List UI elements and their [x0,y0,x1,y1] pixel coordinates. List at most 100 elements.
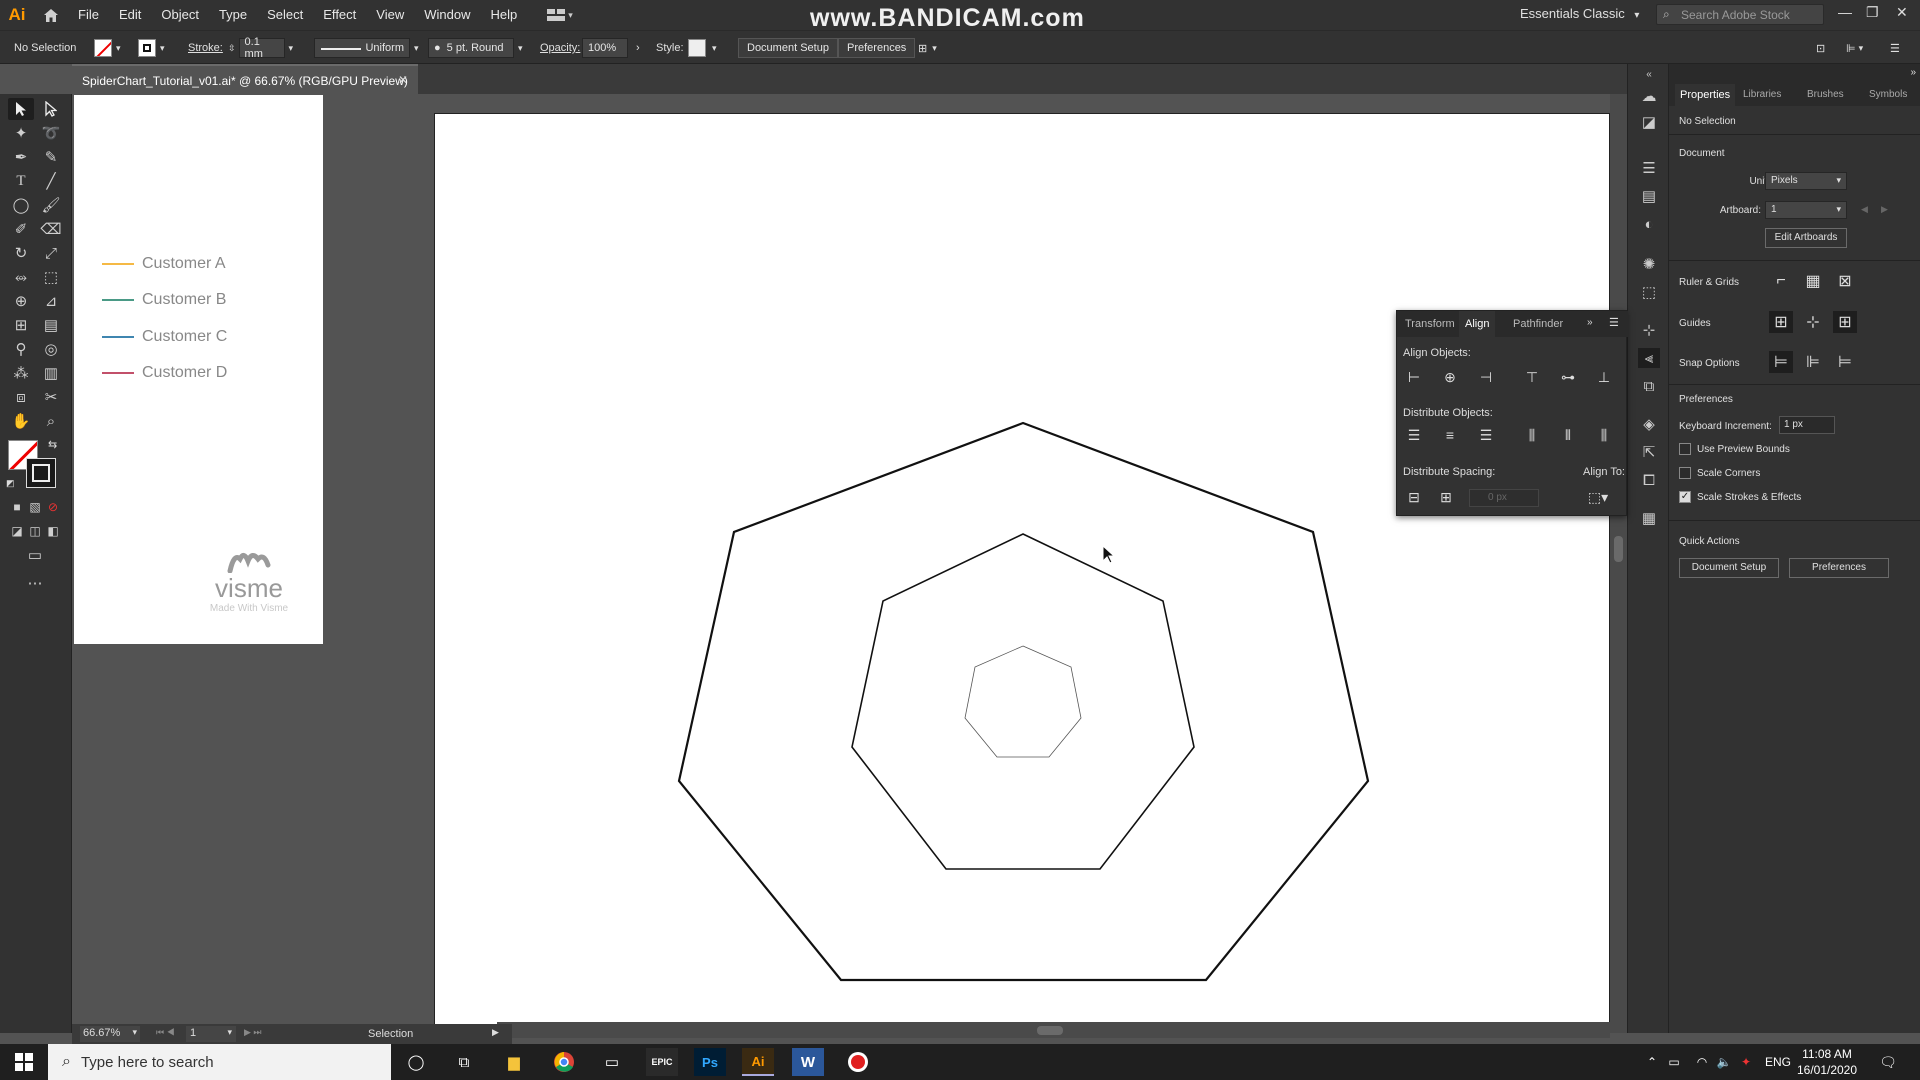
artboard-number-field[interactable]: 1 ▾ [186,1026,236,1042]
keyboard-increment-field[interactable]: 1 px [1779,416,1835,434]
tab-pathfinder[interactable]: Pathfinder [1513,311,1563,337]
align-options-icon[interactable]: ⊫ ▾ [1846,31,1863,65]
slice-tool-icon[interactable]: ✂ [38,386,64,408]
stroke-swatch-large[interactable] [26,458,56,488]
gradient-tool-icon[interactable]: ▤ [38,314,64,336]
inner-heptagon[interactable] [964,645,1082,758]
home-icon[interactable] [34,8,68,23]
align-right-icon[interactable]: ⊣ [1475,367,1497,387]
stroke-label[interactable]: Stroke: [188,31,223,65]
quick-document-setup-button[interactable]: Document Setup [1679,558,1779,578]
links-panel-icon[interactable]: ▦ [1638,508,1660,528]
width-tool-icon[interactable]: ⥈ [8,266,34,288]
symbol-sprayer-tool-icon[interactable]: ⁂ [8,362,34,384]
tab-align[interactable]: Align [1459,311,1496,337]
units-select[interactable]: Pixels ▾ [1765,172,1847,190]
menu-edit[interactable]: Edit [109,0,151,30]
preferences-button[interactable]: Preferences [838,38,916,58]
chevron-right-icon[interactable]: › [636,31,640,65]
artboard-select[interactable]: 1 ▾ [1765,201,1847,219]
menu-view[interactable]: View [366,0,414,30]
tab-libraries[interactable]: Libraries [1743,89,1781,100]
align-to-selection-icon[interactable]: ⬚▾ [1587,487,1609,507]
line-tool-icon[interactable]: ╱ [38,170,64,192]
pathfinder-panel-icon[interactable]: ⧉ [1638,376,1660,396]
expand-panel-icon[interactable]: » [1587,317,1593,328]
bandicam-icon[interactable] [842,1048,874,1076]
menu-help[interactable]: Help [480,0,527,30]
media-player-icon[interactable]: ▭ [596,1048,628,1076]
menu-object[interactable]: Object [151,0,209,30]
document-tab[interactable]: SpiderChart_Tutorial_v01.ai* @ 66.67% (R… [72,64,418,94]
distribute-left-icon[interactable]: ⫼ [1521,425,1543,445]
align-hcenter-icon[interactable]: ⊕ [1439,367,1461,387]
vertical-scroll-thumb[interactable] [1614,536,1623,562]
gradient-panel-icon[interactable]: ▤ [1638,186,1660,206]
stepper-icon[interactable]: ⇳ [228,43,236,54]
asset-export-icon[interactable]: ⧠ [1638,470,1660,490]
opacity-label[interactable]: Opacity: [540,31,580,65]
align-panel-icon[interactable]: ⫷ [1638,348,1660,368]
file-explorer-icon[interactable]: ▆ [498,1048,530,1076]
swap-fill-stroke-icon[interactable]: ⇆ [48,438,57,451]
tab-transform[interactable]: Transform [1405,311,1455,337]
distribute-hcenter-icon[interactable]: ⦀ [1557,425,1579,445]
export-panel-icon[interactable]: ⇱ [1638,442,1660,462]
spacing-field[interactable]: 0 px [1469,489,1539,507]
taskbar-clock[interactable]: 11:08 AM 16/01/2020 [1788,1046,1866,1078]
stroke-swatch[interactable]: ▾ [138,31,165,65]
snap-to-point-icon[interactable]: ⊨ [1769,351,1793,373]
scale-tool-icon[interactable]: ⤢ [38,242,64,264]
collapse-panels-icon[interactable]: « [1638,64,1660,84]
workspace-switcher[interactable]: Essentials Classic ▾ [1520,6,1639,21]
free-transform-tool-icon[interactable]: ⬚ [38,266,64,288]
ellipse-tool-icon[interactable]: ◯ [8,194,34,216]
type-tool-icon[interactable]: T [8,170,34,192]
artboard-tool-icon[interactable]: ⧈ [8,386,34,408]
close-tab-icon[interactable]: ✕ [398,73,408,87]
tab-brushes[interactable]: Brushes [1807,89,1844,100]
rotate-tool-icon[interactable]: ↻ [8,242,34,264]
show-guides-icon[interactable]: ⊞ [1769,311,1793,333]
brush-definition[interactable]: ● 5 pt. Round ▾ [428,31,523,65]
more-tools-icon[interactable]: ⋯ [22,572,48,594]
main-artboard[interactable] [434,113,1610,1033]
eraser-tool-icon[interactable]: ⌫ [38,218,64,240]
horizontal-scroll-thumb[interactable] [1037,1026,1063,1035]
opacity-field[interactable]: 100% [582,31,628,65]
grid-icon[interactable]: ▦ [1801,270,1825,292]
graphic-styles-icon[interactable]: ⬚ [1638,282,1660,302]
scale-strokes-checkbox[interactable]: ✓ [1679,491,1691,503]
tab-symbols[interactable]: Symbols [1869,89,1907,100]
edit-artboards-button[interactable]: Edit Artboards [1765,228,1847,248]
mesh-tool-icon[interactable]: ⊞ [8,314,34,336]
scale-corners-checkbox[interactable] [1679,467,1691,479]
shape-builder-tool-icon[interactable]: ⊕ [8,290,34,312]
align-bottom-icon[interactable]: ⊥ [1593,367,1615,387]
artboards-panel-icon[interactable]: ⊹ [1638,320,1660,340]
smart-guides-icon[interactable]: ⊞ [1833,311,1857,333]
transparency-grid-icon[interactable]: ⊠ [1833,270,1857,292]
vertical-spacing-icon[interactable]: ⊟ [1403,487,1425,507]
artboard-next-icon[interactable]: ▶ [1881,204,1888,215]
layers-panel-icon[interactable]: ◈ [1638,414,1660,434]
windows-start-icon[interactable] [8,1048,40,1076]
document-setup-button[interactable]: Document Setup [738,38,838,58]
panel-menu-icon[interactable]: ☰ [1890,31,1900,65]
draw-inside-icon[interactable]: ◧ [40,520,66,542]
transparency-panel-icon[interactable]: ◐ [1638,214,1660,234]
arrange-panels-icon[interactable]: ⊡ [1816,31,1825,65]
selection-tool-icon[interactable] [8,98,34,120]
stroke-panel-icon[interactable]: ☰ [1638,158,1660,178]
stroke-weight-field[interactable]: ⇳ 0.1 mm ▾ [228,31,293,65]
quick-preferences-button[interactable]: Preferences [1789,558,1889,578]
panel-menu-icon[interactable]: ☰ [1609,316,1619,329]
default-colors-icon[interactable]: ◩ [6,478,15,489]
close-window-button[interactable]: ✕ [1896,4,1908,21]
rulers-icon[interactable]: ⌐ [1769,270,1793,292]
middle-heptagon[interactable] [851,533,1195,870]
notifications-icon[interactable]: 🗨 [1872,1048,1904,1076]
distribute-bottom-icon[interactable]: ☰ [1475,425,1497,445]
transform-options-icon[interactable]: ⊞ ▾ [918,31,937,65]
distribute-right-icon[interactable]: ⫼ [1593,425,1615,445]
